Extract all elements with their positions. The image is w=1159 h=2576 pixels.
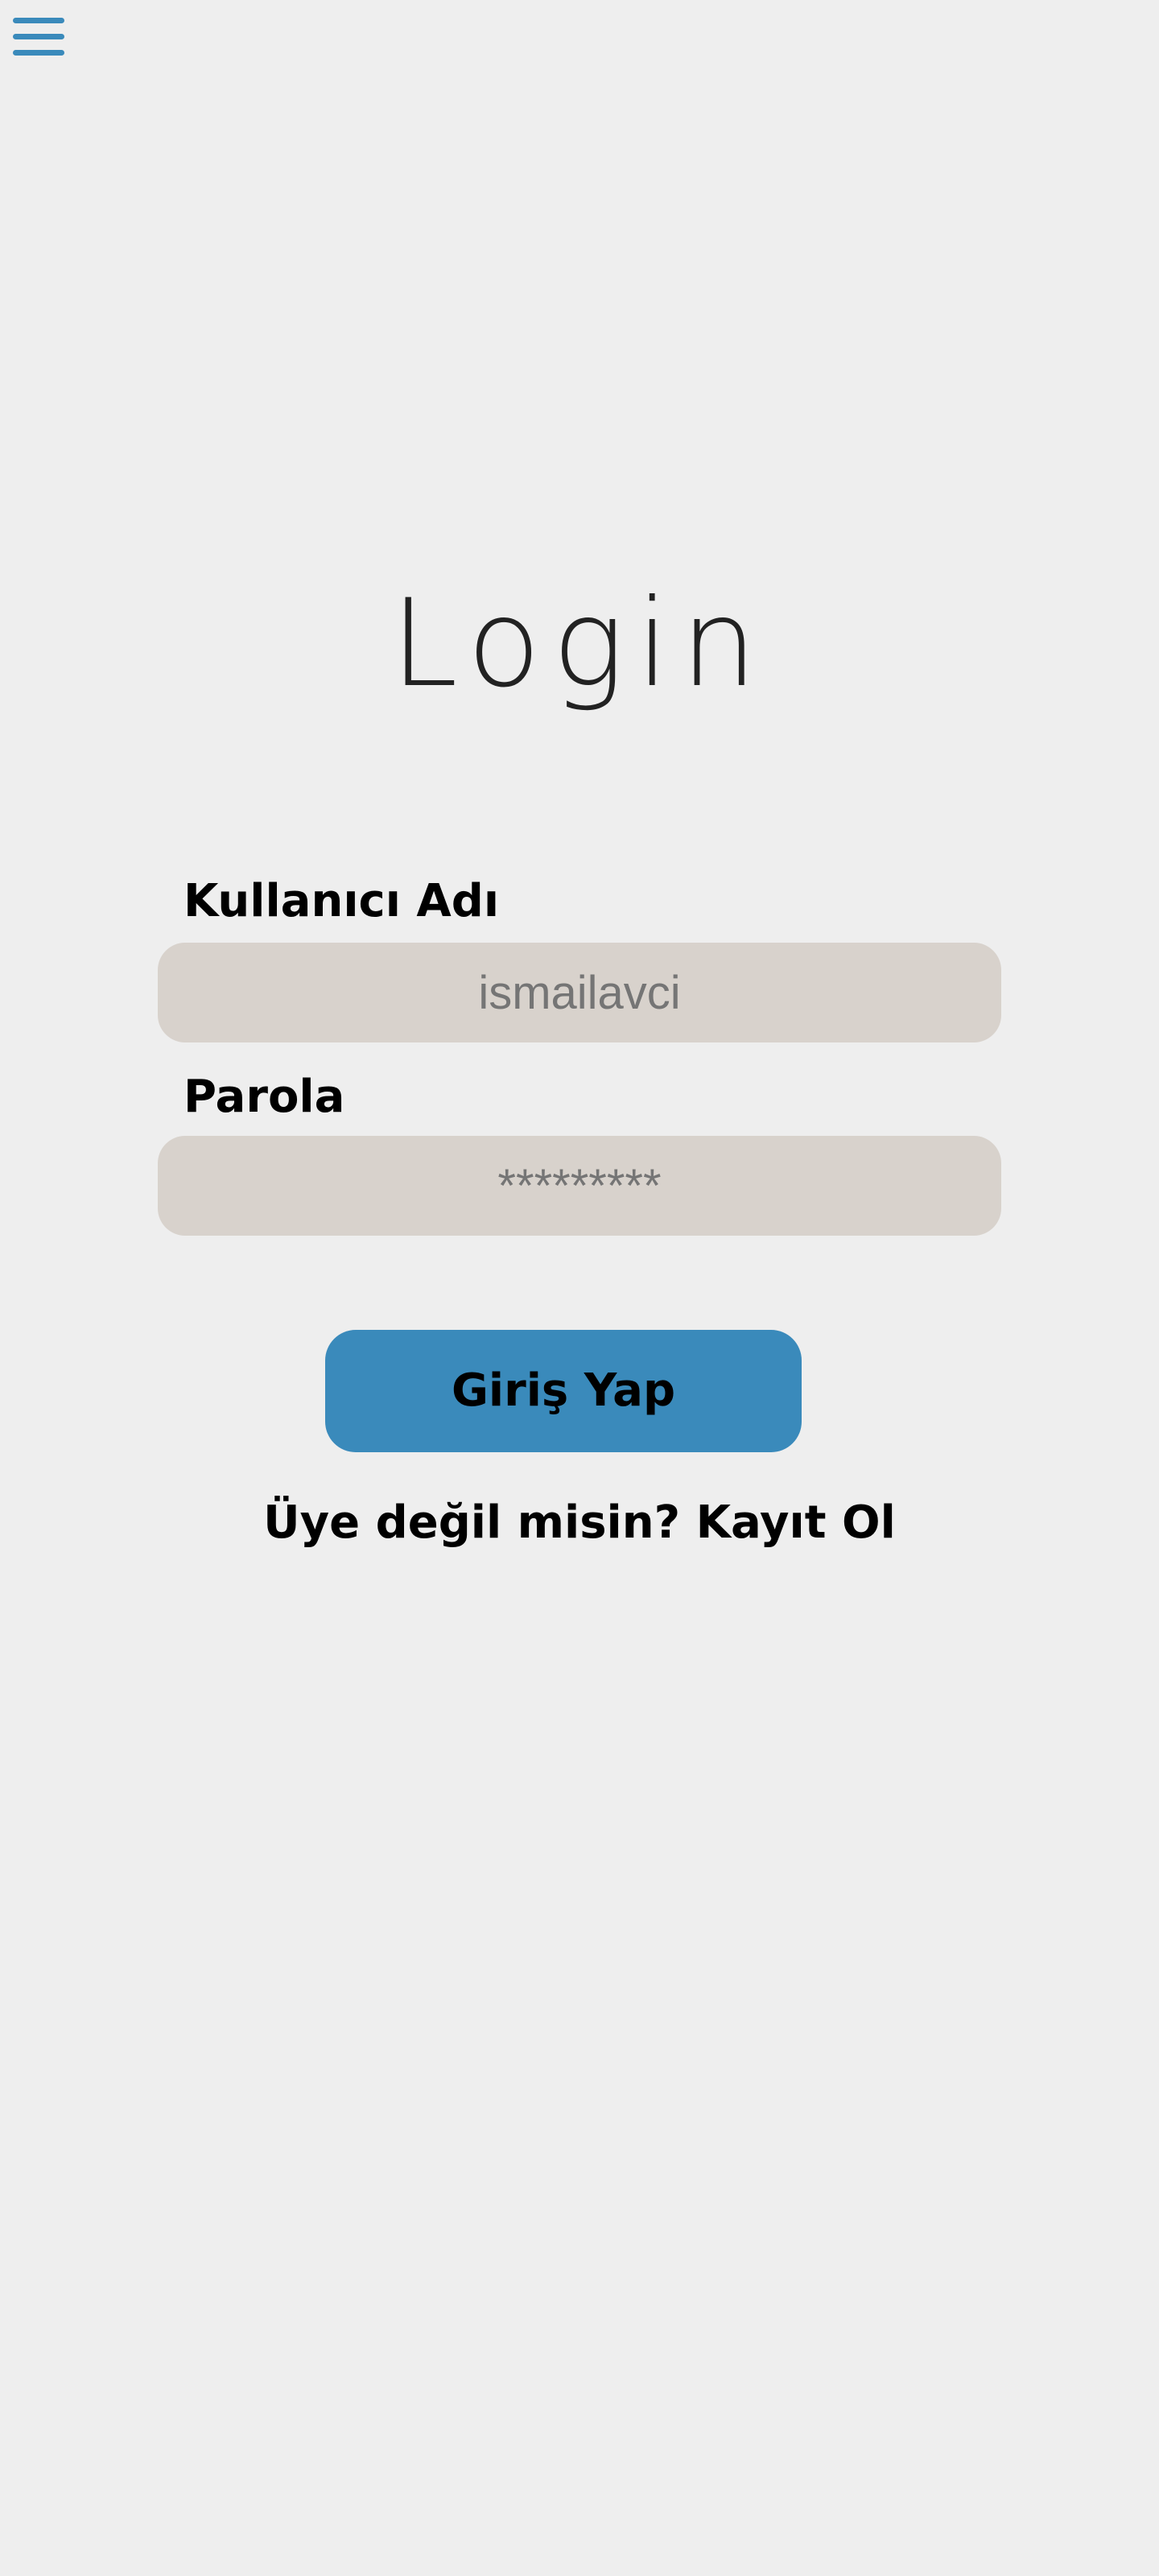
login-button[interactable]: Giriş Yap — [325, 1330, 802, 1452]
password-input[interactable] — [158, 1136, 1001, 1236]
hamburger-menu-icon[interactable] — [13, 18, 64, 60]
menu-line — [13, 34, 64, 39]
login-page: Login Kullanıcı Adı Parola Giriş Yap Üye… — [0, 0, 1159, 2576]
menu-line — [13, 50, 64, 56]
menu-line — [13, 18, 64, 23]
register-link[interactable]: Üye değil misin? Kayıt Ol — [0, 1491, 1159, 1555]
username-input[interactable] — [158, 943, 1001, 1042]
username-label: Kullanıcı Adı — [184, 875, 500, 927]
page-title: Login — [390, 574, 769, 714]
password-label: Parola — [184, 1071, 345, 1123]
